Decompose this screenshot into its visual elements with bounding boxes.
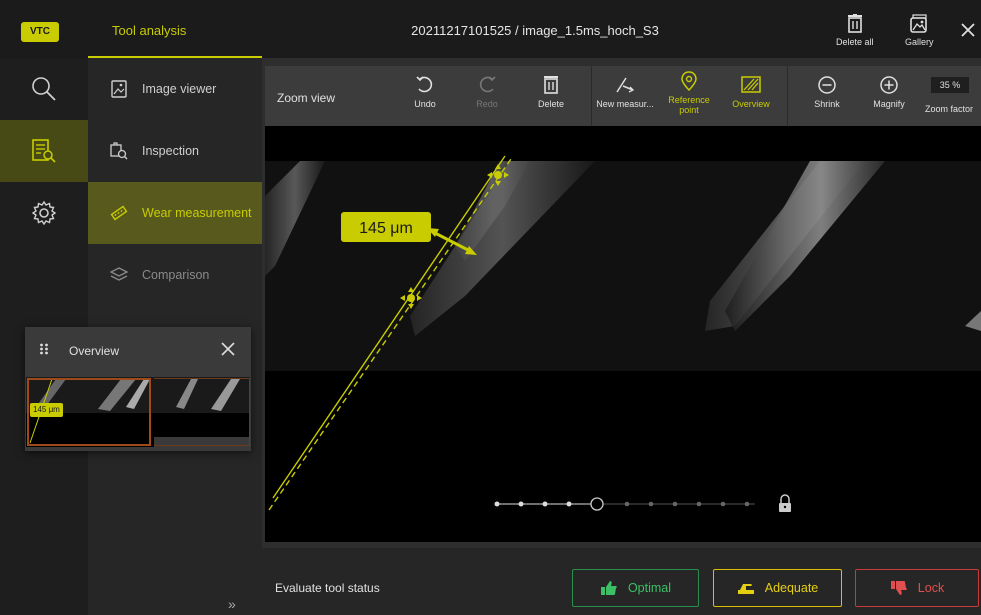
delete-label: Delete xyxy=(537,99,564,109)
gallery-label: Gallery xyxy=(905,37,934,47)
overview-thumbnail[interactable]: 145 μm xyxy=(26,377,250,447)
vtc-logo: VTC xyxy=(21,22,59,42)
magnify-button[interactable]: Magnify xyxy=(859,75,919,109)
adequate-label: Adequate xyxy=(764,581,819,595)
reference-point-label: Reference point xyxy=(668,95,710,115)
drag-handle-icon[interactable] xyxy=(39,342,49,361)
zoom-view-label: Zoom view xyxy=(277,91,336,105)
nav-label-wear-measurement: Wear measurement xyxy=(142,206,252,220)
search-icon xyxy=(32,77,56,101)
map-pin-icon xyxy=(681,71,697,91)
gallery-icon xyxy=(910,14,928,33)
gallery-button[interactable]: Gallery xyxy=(905,14,934,47)
overview-button[interactable]: Overview xyxy=(721,75,781,109)
nav-label-comparison: Comparison xyxy=(142,268,210,282)
image-file-icon xyxy=(110,80,128,98)
top-bar: VTC Tool analysis 20211217101525 / image… xyxy=(0,0,981,58)
toolbar-divider xyxy=(591,66,592,126)
zoom-factor-label: Zoom factor xyxy=(924,104,973,114)
thumbs-up-icon xyxy=(600,580,618,596)
file-title: 20211217101525 / image_1.5ms_hoch_S3 xyxy=(411,23,659,38)
rail-item-search[interactable] xyxy=(0,58,88,120)
redo-button[interactable]: Redo xyxy=(457,75,517,109)
nav-item-image-viewer[interactable]: Image viewer xyxy=(88,58,262,120)
zoom-image-canvas[interactable]: 145 μm xyxy=(265,126,981,542)
overview-measurement-label: 145 μm xyxy=(30,403,63,417)
overview-panel: Overview 145 μm xyxy=(25,327,251,451)
reference-point-button[interactable]: Reference point xyxy=(659,71,719,115)
expand-nav-button[interactable]: » xyxy=(228,596,236,612)
app-title[interactable]: Tool analysis xyxy=(112,23,186,38)
nav-item-inspection[interactable]: Inspection xyxy=(88,120,262,182)
rail-item-analysis[interactable] xyxy=(0,120,88,182)
settings-icon xyxy=(31,200,57,226)
measurement-label: 145 μm xyxy=(359,220,413,237)
zoom-toolbar: Zoom view Undo Redo Delete New measur... xyxy=(265,66,981,126)
nav-label-inspection: Inspection xyxy=(142,144,199,158)
layers-icon xyxy=(110,266,128,284)
delete-button[interactable]: Delete xyxy=(521,75,581,109)
zoom-factor-input[interactable]: 35 % xyxy=(931,77,969,93)
close-button[interactable] xyxy=(960,22,976,43)
adequate-button[interactable]: Adequate xyxy=(713,569,842,607)
nav-item-wear-measurement[interactable]: Wear measurement xyxy=(88,182,262,244)
tool-image: 145 μm xyxy=(265,155,981,512)
lock-icon[interactable] xyxy=(779,494,791,512)
hand-point-icon xyxy=(737,580,755,596)
nav-label-image-viewer: Image viewer xyxy=(142,82,217,96)
analysis-icon xyxy=(32,139,56,163)
toolbar-divider xyxy=(787,66,788,126)
rail-item-settings[interactable] xyxy=(0,182,88,244)
overview-label: Overview xyxy=(732,99,770,109)
plus-circle-icon xyxy=(880,76,898,94)
wear-measurement-icon xyxy=(110,204,128,222)
thumbs-down-icon xyxy=(890,580,908,596)
nav-item-comparison[interactable]: Comparison xyxy=(88,244,262,306)
close-icon xyxy=(221,342,235,356)
redo-label: Redo xyxy=(476,99,498,109)
new-measurement-button[interactable]: New measur... xyxy=(595,75,655,109)
undo-button[interactable]: Undo xyxy=(395,75,455,109)
lock-button[interactable]: Lock xyxy=(855,569,979,607)
redo-icon xyxy=(479,76,496,93)
new-measurement-label: New measur... xyxy=(596,99,654,109)
status-bar: Evaluate tool status Optimal Adequate Lo… xyxy=(262,548,981,615)
inspection-icon xyxy=(110,142,128,160)
optimal-label: Optimal xyxy=(627,581,672,595)
measure-icon xyxy=(616,77,635,93)
image-slider[interactable] xyxy=(494,497,756,511)
evaluate-label: Evaluate tool status xyxy=(275,581,380,595)
overview-frame-edge xyxy=(154,378,250,446)
magnify-label: Magnify xyxy=(873,99,905,109)
undo-icon xyxy=(416,76,433,93)
shrink-label: Shrink xyxy=(814,99,840,109)
delete-all-label: Delete all xyxy=(836,37,874,47)
minus-circle-icon xyxy=(818,76,836,94)
undo-label: Undo xyxy=(414,99,436,109)
close-icon xyxy=(961,23,975,37)
shrink-button[interactable]: Shrink xyxy=(797,75,857,109)
overview-close-button[interactable] xyxy=(221,342,235,361)
lock-label: Lock xyxy=(917,581,945,595)
trash-icon xyxy=(847,14,862,33)
trash-icon xyxy=(544,76,558,94)
optimal-button[interactable]: Optimal xyxy=(572,569,699,607)
overview-title: Overview xyxy=(69,344,120,358)
delete-all-button[interactable]: Delete all xyxy=(836,14,874,47)
overview-icon xyxy=(741,76,761,93)
